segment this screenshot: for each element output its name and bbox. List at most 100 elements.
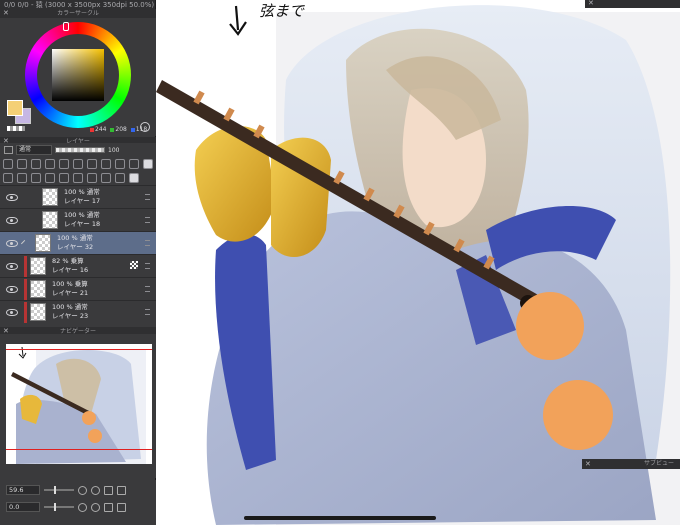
lock-layer-button[interactable]: [45, 159, 55, 169]
duplicate-layer-button[interactable]: [17, 173, 27, 183]
main-color-swatch[interactable]: [7, 100, 23, 116]
canvas-area[interactable]: 弦まで: [156, 0, 680, 525]
rotation-row: 0.0: [0, 500, 156, 514]
layer-row[interactable]: 100 % 通常 レイヤー 23: [0, 300, 156, 323]
subview-title: サブビュー: [643, 460, 674, 467]
transparent-color-swatch[interactable]: [7, 126, 25, 131]
opacity-value: 100: [108, 146, 120, 154]
new-folder-button[interactable]: [129, 159, 139, 169]
saturation-value-square[interactable]: [52, 49, 104, 101]
navigator-panel: [0, 334, 156, 478]
layer-row[interactable]: 100 % 通常 レイヤー 18: [0, 208, 156, 231]
zoom-field[interactable]: 59.6: [6, 485, 40, 495]
layer-mask-button[interactable]: [45, 173, 55, 183]
visibility-eye-icon[interactable]: [6, 216, 18, 224]
layer-panel: 通常 100 100 % 通常 レイヤー 17 100 % 通常 レイヤー 18…: [0, 143, 156, 333]
clipping-indicator: [24, 301, 27, 323]
visibility-eye-icon[interactable]: [6, 193, 18, 201]
gradient-layer-button[interactable]: [115, 173, 125, 183]
zoom-in-icon[interactable]: [91, 485, 100, 495]
lock-transparency-button[interactable]: [59, 159, 69, 169]
new-vector-layer-button[interactable]: [115, 159, 125, 169]
delete-layer-button[interactable]: [31, 173, 41, 183]
ruler-enable-button[interactable]: [87, 159, 97, 169]
g-value: 208: [115, 126, 127, 133]
rotation-field[interactable]: 0.0: [6, 502, 40, 512]
layer-settings-button[interactable]: [143, 159, 153, 169]
layer-thumbnail: [42, 211, 58, 229]
layer-name: レイヤー 21: [52, 289, 89, 297]
visibility-eye-icon[interactable]: [6, 285, 18, 293]
zoom-out-icon[interactable]: [78, 485, 87, 495]
home-indicator[interactable]: [244, 516, 436, 520]
layer-toolbar: [0, 157, 156, 171]
layer-thumbnail: [30, 280, 46, 298]
edit-pen-icon: [20, 239, 29, 247]
merge-down-button[interactable]: [3, 173, 13, 183]
top-right-panel-bar: ✕: [585, 0, 680, 8]
rgb-readout: 244 208 118: [88, 126, 147, 133]
layer-mode: 100 % 通常: [64, 211, 100, 219]
layer-handle-icon[interactable]: [145, 217, 150, 223]
rotate-right-icon[interactable]: [91, 502, 100, 512]
layer-info: 100 % 通常 レイヤー 17: [64, 188, 100, 206]
clipping-indicator: [24, 255, 27, 277]
subview-panel-header: ✕ サブビュー: [582, 459, 680, 469]
actual-size-icon[interactable]: [104, 485, 113, 495]
navigator-controls: 59.6 0.0: [0, 480, 156, 525]
new-raster-layer-button[interactable]: [101, 159, 111, 169]
navigator-preview[interactable]: [6, 344, 152, 464]
layer-thumbnail: [35, 234, 51, 252]
hue-wheel[interactable]: [25, 22, 131, 128]
apply-mask-button[interactable]: [59, 173, 69, 183]
draft-layer-button[interactable]: [31, 159, 41, 169]
layer-menu-button[interactable]: [129, 173, 139, 183]
layer-row-selected[interactable]: 100 % 通常 レイヤー 32: [0, 231, 156, 254]
rotation-slider[interactable]: [44, 503, 74, 511]
rotate-left-icon[interactable]: [78, 502, 87, 512]
layer-name: レイヤー 18: [64, 220, 101, 228]
flip-horizontal-icon[interactable]: [117, 502, 126, 512]
reference-layer-button[interactable]: [17, 159, 27, 169]
layer-info: 82 % 乗算 レイヤー 16: [52, 257, 88, 275]
layer-row[interactable]: 100 % 乗算 レイヤー 21: [0, 277, 156, 300]
close-icon[interactable]: ✕: [585, 459, 591, 469]
hue-marker[interactable]: [63, 22, 69, 31]
layer-row[interactable]: 82 % 乗算 レイヤー 16: [0, 254, 156, 277]
blend-mode-select[interactable]: 通常: [16, 145, 52, 155]
layer-mask-icon: [130, 261, 138, 269]
layer-handle-icon[interactable]: [145, 240, 150, 246]
color-layer-button[interactable]: [73, 173, 83, 183]
left-panel: 0/0 0/0 - 猿 (3000 x 3500px 350dpi 50.0%)…: [0, 0, 156, 525]
close-icon[interactable]: ✕: [588, 0, 594, 7]
fill-layer-button[interactable]: [101, 173, 111, 183]
layer-name: レイヤー 16: [52, 266, 89, 274]
layer-info: 100 % 通常 レイヤー 23: [52, 303, 88, 321]
zoom-row: 59.6: [0, 483, 156, 497]
navigator-view-frame[interactable]: [6, 349, 152, 450]
layer-name: レイヤー 23: [52, 312, 89, 320]
layer-thumbnail: [30, 303, 46, 321]
close-icon[interactable]: ✕: [3, 9, 9, 18]
opacity-slider[interactable]: [55, 147, 105, 153]
tone-layer-button[interactable]: [87, 173, 97, 183]
layer-handle-icon[interactable]: [145, 263, 150, 269]
fit-window-icon[interactable]: [117, 485, 126, 495]
color-settings-icon[interactable]: [140, 122, 150, 132]
layer-mode: 100 % 通常: [52, 303, 88, 311]
zoom-slider[interactable]: [44, 486, 74, 494]
visibility-eye-icon[interactable]: [6, 308, 18, 316]
visibility-eye-icon[interactable]: [6, 262, 18, 270]
layer-type-icon: [4, 146, 13, 154]
layer-info: 100 % 乗算 レイヤー 21: [52, 280, 88, 298]
layer-handle-icon[interactable]: [145, 309, 150, 315]
layer-handle-icon[interactable]: [145, 194, 150, 200]
clip-layer-button[interactable]: [3, 159, 13, 169]
layer-handle-icon[interactable]: [145, 286, 150, 292]
layer-row[interactable]: 100 % 通常 レイヤー 17: [0, 185, 156, 208]
layer-info: 100 % 通常 レイヤー 18: [64, 211, 100, 229]
visibility-eye-icon[interactable]: [6, 239, 18, 247]
mask-enable-button[interactable]: [73, 159, 83, 169]
reset-rotation-icon[interactable]: [104, 502, 113, 512]
layer-mode: 82 % 乗算: [52, 257, 84, 265]
